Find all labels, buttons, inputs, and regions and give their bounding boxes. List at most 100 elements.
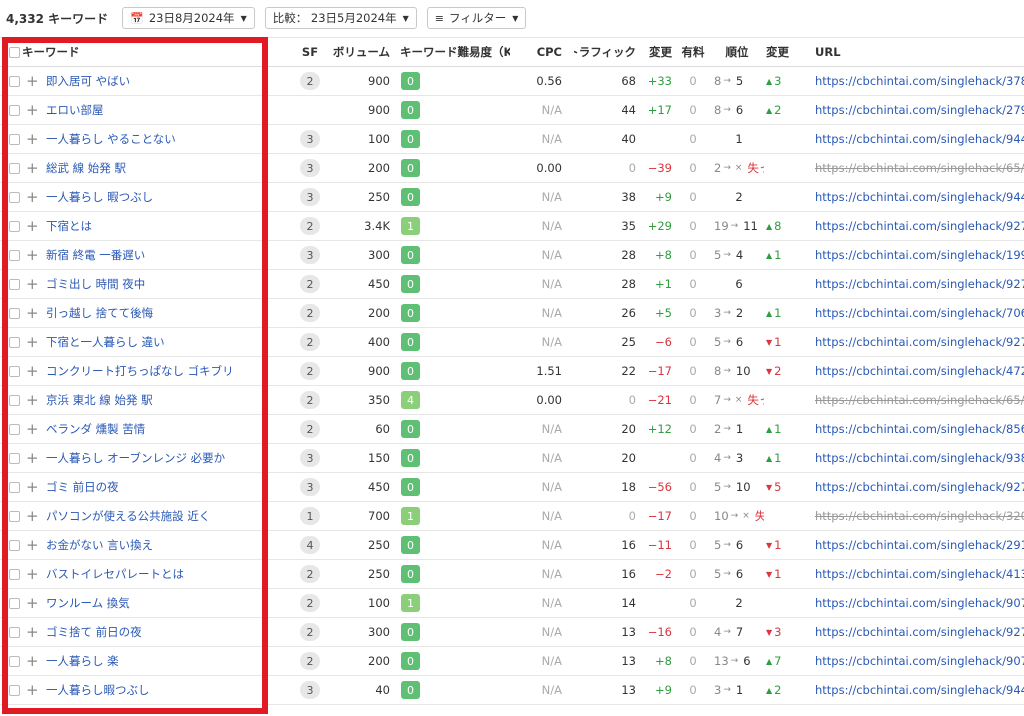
url-link[interactable]: https://cbchintai.com/singlehack/4728/▼: [815, 357, 1024, 385]
expand-plus-icon[interactable]: +: [26, 589, 40, 617]
keyword-link[interactable]: エロい部屋: [46, 96, 256, 124]
column-volume[interactable]: ボリューム: [330, 38, 390, 66]
row-checkbox[interactable]: [9, 125, 23, 153]
sf-badge[interactable]: 2: [300, 304, 320, 322]
expand-plus-icon[interactable]: +: [26, 560, 40, 588]
row-checkbox[interactable]: [9, 647, 23, 675]
keyword-link[interactable]: お金がない 言い換え: [46, 531, 256, 559]
date-picker-button[interactable]: 📅 23日8月2024年 ▼: [122, 7, 255, 29]
keyword-link[interactable]: 即入居可 やばい: [46, 67, 256, 95]
row-checkbox[interactable]: [9, 270, 23, 298]
keyword-link[interactable]: 一人暮らし やることない: [46, 125, 256, 153]
column-kd[interactable]: キーワード難易度（KD）: [400, 38, 510, 66]
url-link[interactable]: https://cbchintai.com/singlehack/9278/▼: [815, 618, 1024, 646]
keyword-link[interactable]: バストイレセパレートとは: [46, 560, 256, 588]
url-link[interactable]: https://cbchintai.com/singlehack/2912/▼: [815, 531, 1024, 559]
column-position-change[interactable]: 変更: [766, 38, 796, 66]
row-checkbox[interactable]: [9, 96, 23, 124]
url-link[interactable]: https://cbchintai.com/singlehack/3202/▼: [815, 502, 1024, 530]
expand-plus-icon[interactable]: +: [26, 299, 40, 327]
expand-plus-icon[interactable]: +: [26, 676, 40, 704]
url-link[interactable]: https://cbchintai.com/singlehack/9070/▼: [815, 647, 1024, 675]
keyword-link[interactable]: コンクリート打ちっぱなし ゴキブリ: [46, 357, 256, 385]
url-link[interactable]: https://cbchintai.com/singlehack/9447/▼: [815, 676, 1024, 704]
sf-badge[interactable]: 2: [300, 565, 320, 583]
row-checkbox[interactable]: [9, 357, 23, 385]
expand-plus-icon[interactable]: +: [26, 618, 40, 646]
keyword-link[interactable]: パソコンが使える公共施設 近く: [46, 502, 256, 530]
row-checkbox[interactable]: [9, 212, 23, 240]
row-checkbox[interactable]: [9, 502, 23, 530]
row-checkbox[interactable]: [9, 560, 23, 588]
expand-plus-icon[interactable]: +: [26, 415, 40, 443]
row-checkbox[interactable]: [9, 386, 23, 414]
column-change[interactable]: 変更: [642, 38, 672, 66]
sf-badge[interactable]: 2: [300, 217, 320, 235]
column-cpc[interactable]: CPC: [526, 38, 562, 66]
sf-badge[interactable]: 4: [300, 536, 320, 554]
sf-badge[interactable]: 3: [300, 449, 320, 467]
expand-plus-icon[interactable]: +: [26, 328, 40, 356]
expand-plus-icon[interactable]: +: [26, 241, 40, 269]
sf-badge[interactable]: 3: [300, 130, 320, 148]
expand-plus-icon[interactable]: +: [26, 444, 40, 472]
expand-plus-icon[interactable]: +: [26, 531, 40, 559]
expand-plus-icon[interactable]: +: [26, 357, 40, 385]
expand-plus-icon[interactable]: +: [26, 125, 40, 153]
keyword-link[interactable]: 一人暮らし暇つぶし: [46, 676, 256, 704]
sf-badge[interactable]: 3: [300, 188, 320, 206]
sf-badge[interactable]: 3: [300, 246, 320, 264]
url-link[interactable]: https://cbchintai.com/singlehack/9389/▼: [815, 444, 1024, 472]
keyword-link[interactable]: ワンルーム 換気: [46, 589, 256, 617]
url-link[interactable]: https://cbchintai.com/singlehack/279/▼: [815, 96, 1024, 124]
expand-plus-icon[interactable]: +: [26, 154, 40, 182]
url-link[interactable]: https://cbchintai.com/singlehack/3781/▼: [815, 67, 1024, 95]
sf-badge[interactable]: 1: [300, 507, 320, 525]
select-all-checkbox[interactable]: [9, 38, 23, 66]
url-link[interactable]: https://cbchintai.com/singlehack/1995/▼: [815, 241, 1024, 269]
column-url[interactable]: URL: [815, 38, 1024, 66]
column-sf[interactable]: SF: [295, 38, 325, 66]
expand-plus-icon[interactable]: +: [26, 473, 40, 501]
expand-plus-icon[interactable]: +: [26, 183, 40, 211]
sf-badge[interactable]: 2: [300, 594, 320, 612]
row-checkbox[interactable]: [9, 618, 23, 646]
column-paid[interactable]: 有料: [680, 38, 706, 66]
keyword-link[interactable]: 一人暮らし 暇つぶし: [46, 183, 256, 211]
row-checkbox[interactable]: [9, 183, 23, 211]
compare-button[interactable]: 比較： 23日5月2024年 ▼: [264, 7, 417, 29]
column-traffic[interactable]: トラフィック: [574, 38, 636, 66]
row-checkbox[interactable]: [9, 589, 23, 617]
keyword-link[interactable]: ゴミ 前日の夜: [46, 473, 256, 501]
keyword-link[interactable]: 新宿 終電 一番遅い: [46, 241, 256, 269]
row-checkbox[interactable]: [9, 531, 23, 559]
url-link[interactable]: https://cbchintai.com/singlehack/9272/▼: [815, 328, 1024, 356]
column-keyword[interactable]: キーワード: [22, 38, 232, 66]
row-checkbox[interactable]: [9, 676, 23, 704]
sf-badge[interactable]: 2: [300, 420, 320, 438]
expand-plus-icon[interactable]: +: [26, 212, 40, 240]
filter-button[interactable]: ≡ フィルター ▼: [426, 7, 527, 29]
row-checkbox[interactable]: [9, 241, 23, 269]
keyword-link[interactable]: 下宿と一人暮らし 違い: [46, 328, 256, 356]
expand-plus-icon[interactable]: +: [26, 270, 40, 298]
keyword-link[interactable]: ゴミ捨て 前日の夜: [46, 618, 256, 646]
expand-plus-icon[interactable]: +: [26, 96, 40, 124]
expand-plus-icon[interactable]: +: [26, 67, 40, 95]
keyword-link[interactable]: 一人暮らし 楽: [46, 647, 256, 675]
keyword-link[interactable]: 総武 線 始発 駅: [46, 154, 256, 182]
url-link[interactable]: https://cbchintai.com/singlehack/4139/▼: [815, 560, 1024, 588]
url-link[interactable]: https://cbchintai.com/singlehack/65/▼: [815, 386, 1024, 414]
sf-badge[interactable]: 3: [300, 681, 320, 699]
sf-badge[interactable]: 2: [300, 623, 320, 641]
url-link[interactable]: https://cbchintai.com/singlehack/9447/▼: [815, 125, 1024, 153]
expand-plus-icon[interactable]: +: [26, 386, 40, 414]
row-checkbox[interactable]: [9, 444, 23, 472]
row-checkbox[interactable]: [9, 328, 23, 356]
sf-badge[interactable]: 2: [300, 652, 320, 670]
url-link[interactable]: https://cbchintai.com/singlehack/9447/▼: [815, 183, 1024, 211]
row-checkbox[interactable]: [9, 67, 23, 95]
sf-badge[interactable]: 2: [300, 391, 320, 409]
column-position[interactable]: 順位: [714, 38, 760, 66]
expand-plus-icon[interactable]: +: [26, 647, 40, 675]
